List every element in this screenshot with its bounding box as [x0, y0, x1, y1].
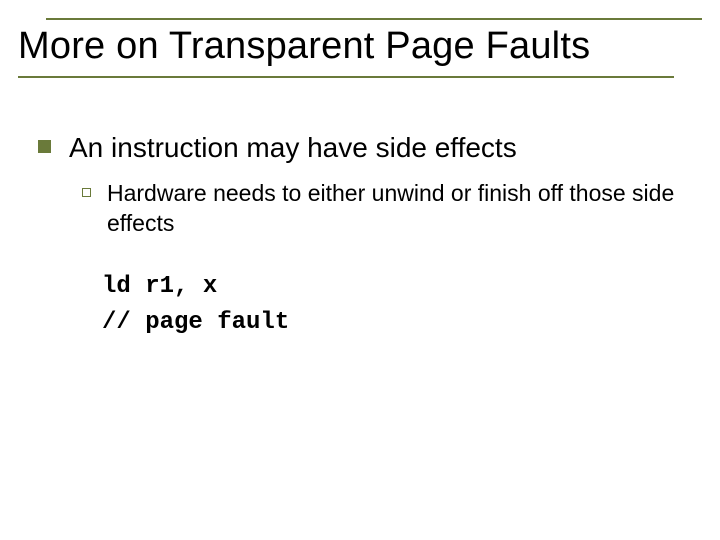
hollow-square-bullet-icon — [82, 188, 91, 197]
code-line-2: // page fault — [102, 309, 289, 336]
title-rule-bottom — [18, 76, 674, 78]
title-rule-top — [46, 18, 702, 20]
code-line-1: ld r1, x — [102, 273, 217, 300]
bullet-level-2-text: Hardware needs to either unwind or finis… — [107, 179, 678, 239]
square-bullet-icon — [38, 140, 51, 153]
title-area: More on Transparent Page Faults — [18, 18, 702, 78]
slide: More on Transparent Page Faults An instr… — [0, 0, 720, 540]
slide-body: An instruction may have side effects Har… — [38, 130, 678, 341]
bullet-level-1-text: An instruction may have side effects — [69, 130, 517, 165]
bullet-level-1: An instruction may have side effects — [38, 130, 678, 165]
code-block: ld r1, x // page fault — [102, 269, 678, 341]
bullet-level-2: Hardware needs to either unwind or finis… — [82, 179, 678, 239]
slide-title: More on Transparent Page Faults — [18, 22, 702, 74]
